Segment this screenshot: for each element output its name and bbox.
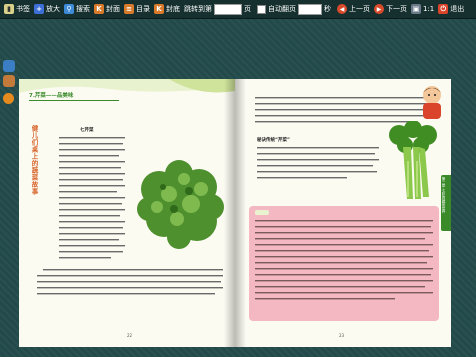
info-icon[interactable] — [3, 93, 14, 104]
tip-label — [255, 210, 269, 215]
page-jump: 跳转到第 页 — [184, 2, 251, 16]
vertical-book-title: 健儿们桌上的蔬菜故事 — [30, 125, 38, 195]
zoom-in-label: 放大 — [46, 5, 60, 13]
tip-text — [255, 220, 433, 300]
thumbnail-icon[interactable] — [3, 60, 15, 72]
bookmark-icon: ▮ — [4, 4, 14, 14]
prev-page-button[interactable]: ◀ 上一页 — [337, 2, 370, 16]
front-cover-icon: K — [94, 4, 104, 14]
bookshelf-icon[interactable] — [3, 75, 15, 87]
next-page-label: 下一页 — [386, 5, 407, 13]
reader-toolbar: ▮ 书签 + 放大 ⚲ 搜索 K 封面 ≡ 目录 K 封底 跳转到第 页 自动翻… — [0, 0, 476, 19]
toc-label: 目录 — [136, 5, 150, 13]
jump-prefix: 跳转到第 — [184, 5, 212, 13]
actual-size-button[interactable]: ▣ 1:1 — [411, 2, 434, 16]
auto-flip-seconds-input[interactable] — [298, 3, 322, 15]
section-heading: 七芹菜 — [80, 128, 94, 133]
actual-size-label: 1:1 — [423, 5, 435, 13]
front-cover-label: 封面 — [106, 5, 120, 13]
exit-label: 退出 — [450, 5, 465, 13]
search-label: 搜索 — [76, 5, 90, 13]
jump-suffix: 页 — [244, 5, 251, 13]
next-page-button[interactable]: ▶ 下一页 — [374, 2, 407, 16]
chapter-title: 7.芹菜——品美味 — [29, 93, 74, 99]
page-jump-input[interactable] — [214, 3, 242, 15]
auto-flip-label: 自动翻页 — [268, 5, 296, 13]
right-page[interactable]: 秘诀传统“芹菜” 第二章 七彩的蔬菜世界 23 — [235, 79, 451, 347]
actual-size-icon: ▣ — [411, 4, 421, 14]
chapter-side-tab-label: 第二章 七彩的蔬菜世界 — [442, 177, 446, 214]
search-button[interactable]: ⚲ 搜索 — [64, 2, 90, 16]
toc-icon: ≡ — [124, 4, 134, 14]
back-cover-label: 封底 — [166, 5, 180, 13]
celery-leaves-image — [137, 160, 224, 249]
right-body-text — [257, 147, 379, 179]
exit-button[interactable]: ⏻ 退出 — [438, 2, 464, 16]
cartoon-kid-illustration — [423, 86, 441, 119]
tip-box — [249, 206, 439, 321]
auto-flip-control: 自动翻页 秒 — [257, 2, 331, 16]
left-page-number: 22 — [127, 333, 133, 338]
title-underline — [29, 100, 119, 101]
auto-flip-checkbox[interactable] — [257, 4, 266, 14]
exit-icon: ⏻ — [438, 4, 449, 14]
zoom-in-button[interactable]: + 放大 — [34, 2, 60, 16]
arrow-right-icon: ▶ — [374, 4, 384, 14]
chapter-side-tab[interactable]: 第二章 七彩的蔬菜世界 — [441, 175, 451, 231]
left-body-text — [59, 137, 125, 259]
toc-button[interactable]: ≡ 目录 — [124, 2, 150, 16]
book-spread: 7.芹菜——品美味 健儿们桌上的蔬菜故事 七芹菜 22 秘诀传统“芹菜” 第二章… — [19, 79, 451, 347]
seconds-label: 秒 — [324, 5, 331, 13]
back-cover-icon: K — [154, 4, 164, 14]
back-cover-button[interactable]: K 封底 — [154, 2, 180, 16]
zoom-in-icon: + — [34, 4, 44, 14]
front-cover-button[interactable]: K 封面 — [94, 2, 120, 16]
search-icon: ⚲ — [64, 4, 74, 14]
bookmark-label: 书签 — [16, 5, 30, 13]
right-subheading: 秘诀传统“芹菜” — [257, 138, 290, 143]
prev-page-label: 上一页 — [349, 5, 370, 13]
celery-stalk-image — [389, 121, 437, 199]
right-page-number: 23 — [339, 333, 345, 338]
left-page[interactable]: 7.芹菜——品美味 健儿们桌上的蔬菜故事 七芹菜 22 — [19, 79, 236, 347]
arrow-left-icon: ◀ — [337, 4, 347, 14]
bookmark-button[interactable]: ▮ 书签 — [4, 2, 30, 16]
left-bottom-text — [37, 269, 223, 295]
